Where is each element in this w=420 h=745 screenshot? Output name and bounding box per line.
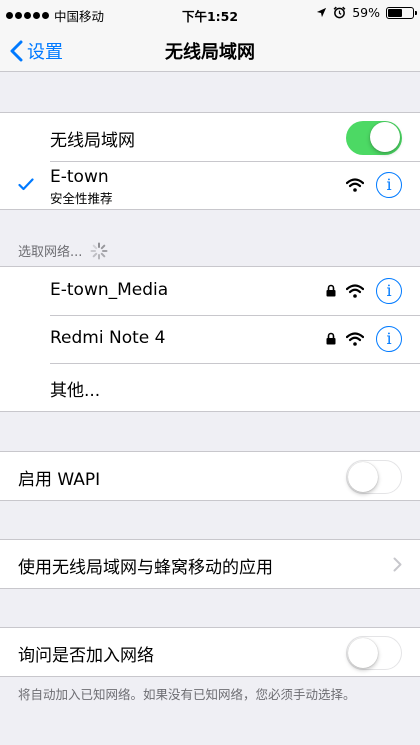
- ask-join-row: 询问是否加入网络: [0, 628, 420, 676]
- ask-join-toggle[interactable]: [346, 636, 402, 670]
- wlan-toggle-row: 无线局域网: [0, 113, 420, 161]
- battery-fill: [388, 8, 403, 17]
- loading-spinner-icon: [90, 242, 108, 259]
- wapi-row: 启用 WAPI: [0, 452, 420, 500]
- wapi-label: 启用 WAPI: [18, 470, 101, 490]
- chevron-right-icon: [393, 557, 402, 572]
- battery-icon: [386, 6, 417, 19]
- network-name: Redmi Note 4: [50, 328, 166, 348]
- network-list: E-town_Media i Redmi Note 4 i 其他...: [0, 266, 420, 412]
- navigation-bar: 设置 无线局域网: [0, 28, 420, 72]
- apps-label: 使用无线局域网与蜂窝移动的应用: [18, 558, 273, 578]
- choose-network-header: 选取网络...: [18, 241, 108, 260]
- network-name: E-town_Media: [50, 280, 169, 300]
- wifi-icon: [346, 332, 364, 346]
- checkmark-icon: [18, 178, 34, 191]
- other-network-label: 其他...: [50, 381, 101, 401]
- info-button[interactable]: i: [376, 172, 402, 198]
- wlan-toggle[interactable]: [346, 121, 402, 155]
- wlan-label: 无线局域网: [50, 131, 135, 151]
- status-right: 59%: [316, 5, 417, 20]
- toggle-knob: [348, 461, 378, 492]
- status-bar: 中国移动 下午1:52 59%: [0, 0, 420, 28]
- location-arrow-icon: [317, 7, 327, 18]
- choose-network-label: 选取网络...: [18, 245, 83, 260]
- toggle-knob: [348, 637, 378, 668]
- apps-row[interactable]: 使用无线局域网与蜂窝移动的应用: [0, 540, 420, 588]
- ask-join-label: 询问是否加入网络: [18, 646, 154, 666]
- wifi-icon: [346, 178, 364, 192]
- alarm-icon: [333, 6, 346, 19]
- connected-network-subtitle: 安全性推荐: [50, 191, 113, 206]
- ask-join-group: 询问是否加入网络: [0, 627, 420, 677]
- wapi-group: 启用 WAPI: [0, 451, 420, 501]
- lock-icon: [326, 332, 336, 345]
- wapi-toggle[interactable]: [346, 460, 402, 494]
- lock-icon: [326, 284, 336, 297]
- footer-note: 将自动加入已知网络。如果没有已知网络，您必须手动选择。: [18, 687, 356, 702]
- page-title: 无线局域网: [165, 42, 255, 63]
- toggle-knob: [370, 122, 400, 152]
- apps-group: 使用无线局域网与蜂窝移动的应用: [0, 539, 420, 589]
- connected-network-name: E-town: [50, 167, 109, 187]
- battery-percent: 59%: [352, 5, 380, 20]
- info-button[interactable]: i: [376, 326, 402, 352]
- wifi-icon: [346, 284, 364, 298]
- network-row[interactable]: E-town_Media i: [0, 267, 420, 315]
- other-network-row[interactable]: 其他...: [0, 363, 420, 411]
- connected-network-row[interactable]: E-town 安全性推荐 i: [0, 161, 420, 209]
- wlan-group: 无线局域网 E-town 安全性推荐 i: [0, 112, 420, 210]
- network-row[interactable]: Redmi Note 4 i: [0, 315, 420, 363]
- info-button[interactable]: i: [376, 278, 402, 304]
